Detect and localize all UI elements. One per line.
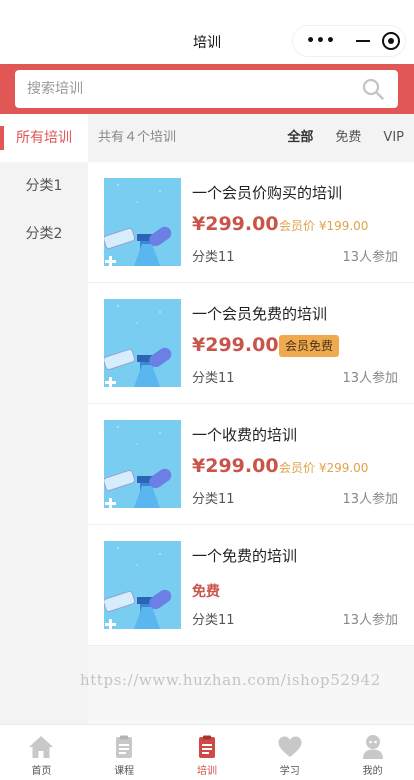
tab-label: 课程 — [114, 766, 135, 777]
member-price: 会员价 ¥199.00 — [279, 219, 369, 233]
filter-bar: 共有４个培训 全部 免费 VIP — [88, 114, 414, 162]
course-card[interactable]: 一个收费的培训 ¥299.00 会员价 ¥299.00 分类11 13人参加 — [88, 404, 414, 525]
tab-label: 我的 — [362, 766, 383, 777]
sidebar-item-all[interactable]: 所有培训 — [0, 114, 88, 162]
tab-courses[interactable]: 课程 — [83, 725, 166, 780]
course-list: 一个会员价购买的培训 ¥299.00 会员价 ¥199.00 分类11 13人参… — [88, 162, 414, 646]
course-category: 分类11 — [192, 250, 235, 265]
close-program-button[interactable] — [377, 32, 405, 50]
course-thumbnail — [104, 178, 181, 266]
search-box — [15, 70, 398, 108]
course-card[interactable]: 一个免费的培训 免费 分类11 13人参加 — [88, 525, 414, 646]
more-menu-button[interactable]: ••• — [293, 33, 349, 49]
home-icon — [29, 736, 54, 758]
bottom-tab-bar: 首页 课程 培训 学习 我的 — [0, 724, 414, 780]
document-icon — [116, 735, 133, 758]
title-bar: 培训 ••• — [0, 0, 414, 64]
course-price: ¥299.00 — [192, 213, 279, 235]
tab-label: 培训 — [196, 766, 217, 777]
watermark-text: https://www.huzhan.com/ishop52942 — [80, 671, 381, 689]
filter-vip[interactable]: VIP — [383, 114, 404, 162]
filter-all[interactable]: 全部 — [287, 114, 313, 162]
enrolled-count: 13人参加 — [342, 250, 398, 265]
sidebar-item-category2[interactable]: 分类2 — [0, 210, 88, 258]
course-thumbnail — [104, 420, 181, 508]
tab-home[interactable]: 首页 — [0, 725, 83, 780]
enrolled-count: 13人参加 — [342, 613, 398, 628]
tab-mine[interactable]: 我的 — [331, 725, 414, 780]
tab-label: 学习 — [279, 766, 300, 777]
sidebar-item-category1[interactable]: 分类1 — [0, 162, 88, 210]
course-name: 一个免费的培训 — [192, 547, 298, 565]
course-count: 共有４个培训 — [98, 130, 177, 145]
course-card[interactable]: 一个会员免费的培训 ¥299.00 会员免费 分类11 13人参加 — [88, 283, 414, 404]
tab-learning[interactable]: 学习 — [248, 725, 331, 780]
filter-tabs: 全部 免费 VIP — [265, 114, 404, 162]
tab-training[interactable]: 培训 — [166, 725, 249, 780]
course-category: 分类11 — [192, 371, 235, 386]
member-free-badge: 会员免费 — [279, 335, 340, 357]
member-price: 会员价 ¥299.00 — [279, 461, 369, 475]
free-label: 免费 — [192, 584, 220, 600]
course-category: 分类11 — [192, 613, 235, 628]
tab-label: 首页 — [31, 766, 52, 777]
search-input[interactable] — [27, 70, 347, 108]
minus-icon — [356, 40, 370, 42]
minimize-button[interactable] — [349, 40, 377, 42]
course-thumbnail — [104, 299, 181, 387]
enrolled-count: 13人参加 — [342, 492, 398, 507]
course-price: ¥299.00 — [192, 455, 279, 477]
mini-program-capsule: ••• — [292, 25, 406, 57]
clipboard-icon — [198, 735, 215, 758]
filter-free[interactable]: 免费 — [335, 114, 361, 162]
course-name: 一个会员免费的培训 — [192, 305, 328, 323]
heart-icon — [278, 736, 302, 757]
target-icon — [382, 32, 400, 50]
category-sidebar: 所有培训 分类1 分类2 — [0, 114, 88, 724]
course-card[interactable]: 一个会员价购买的培训 ¥299.00 会员价 ¥199.00 分类11 13人参… — [88, 162, 414, 283]
course-thumbnail — [104, 541, 181, 629]
enrolled-count: 13人参加 — [342, 371, 398, 386]
course-category: 分类11 — [192, 492, 235, 507]
course-name: 一个会员价购买的培训 — [192, 184, 343, 202]
course-price: ¥299.00 — [192, 334, 279, 356]
course-name: 一个收费的培训 — [192, 426, 298, 444]
search-icon[interactable] — [362, 78, 384, 100]
user-icon — [362, 735, 383, 759]
search-bar — [0, 64, 414, 114]
